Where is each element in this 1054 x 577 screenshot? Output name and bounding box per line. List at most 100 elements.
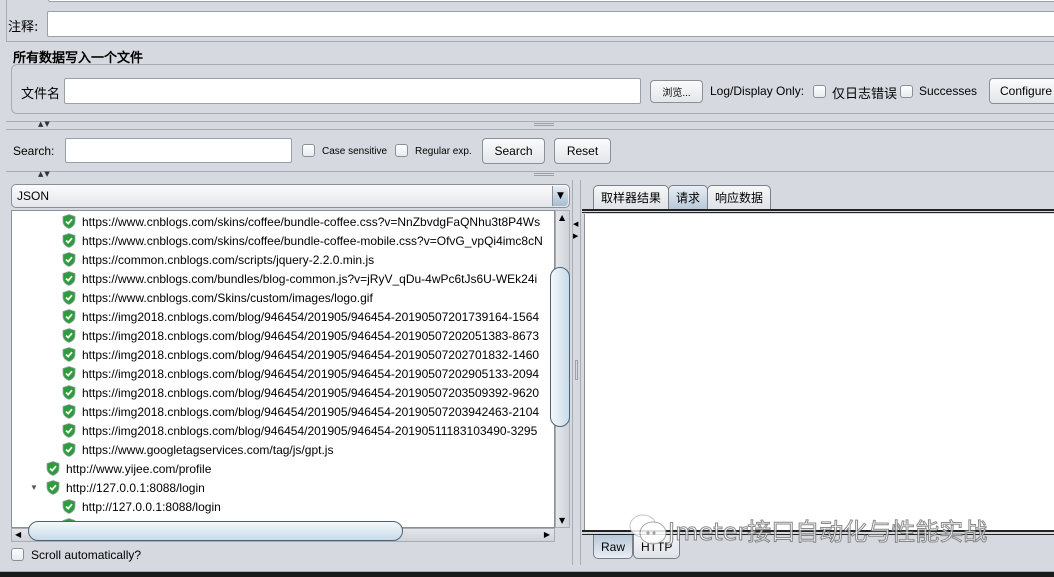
request-content[interactable]	[584, 214, 1054, 530]
tree-row-url: https://www.cnblogs.com/bundles/blog-com…	[82, 271, 538, 286]
successes-checkbox[interactable]	[900, 85, 913, 98]
browse-button[interactable]: 浏览...	[650, 80, 703, 103]
tree-row[interactable]: https://img2018.cnblogs.com/blog/946454/…	[62, 364, 539, 383]
tree-row-url: https://img2018.cnblogs.com/blog/946454/…	[82, 423, 538, 438]
collapse-left-icon[interactable]: ◀	[573, 220, 578, 228]
tree-row-url: https://img2018.cnblogs.com/blog/946454/…	[82, 347, 540, 362]
tree-row-url: http://127.0.0.1:8088/login	[66, 480, 205, 495]
comment-input[interactable]	[47, 11, 1054, 37]
tree-row-url: https://img2018.cnblogs.com/blog/946454/…	[82, 385, 540, 400]
successes-label: Successes	[919, 84, 978, 98]
success-shield-icon	[46, 461, 60, 476]
tab-underline	[582, 209, 1054, 213]
divider-grip-icon[interactable]	[575, 360, 578, 380]
tree-row[interactable]: https://img2018.cnblogs.com/blog/946454/…	[62, 307, 539, 326]
tree-row-url: https://www.cnblogs.com/skins/coffee/bun…	[82, 214, 541, 229]
reset-button[interactable]: Reset	[554, 138, 611, 164]
tree-row-url: https://common.cnblogs.com/scripts/jquer…	[82, 252, 375, 267]
case-sensitive-checkbox[interactable]	[302, 144, 315, 157]
results-tree[interactable]: https://www.cnblogs.com/skins/coffee/bun…	[11, 210, 555, 528]
tab-response-data[interactable]: 响应数据	[707, 185, 772, 209]
comment-label: 注释:	[8, 20, 39, 35]
scroll-right-icon[interactable]: ▶	[544, 530, 550, 539]
scroll-left-icon[interactable]: ◀	[15, 530, 21, 539]
filename-label: 文件名	[21, 87, 61, 102]
errors-only-label: 仅日志错误	[832, 87, 898, 102]
divider-arrows-icon[interactable]: ▲▼	[38, 170, 51, 178]
success-shield-icon	[62, 309, 76, 324]
success-shield-icon	[62, 423, 76, 438]
success-shield-icon	[62, 385, 76, 400]
success-shield-icon	[62, 499, 76, 514]
tree-row[interactable]: https://img2018.cnblogs.com/blog/946454/…	[62, 383, 539, 402]
scroll-auto-checkbox[interactable]	[11, 548, 24, 561]
search-label: Search:	[13, 144, 55, 158]
errors-only-checkbox[interactable]	[813, 85, 826, 98]
tree-row[interactable]: https://img2018.cnblogs.com/blog/946454/…	[62, 402, 539, 421]
divider-grip-icon[interactable]	[534, 173, 554, 176]
split-divider-1[interactable]	[6, 121, 1054, 130]
tree-row-url: https://www.cnblogs.com/Skins/custom/ima…	[82, 290, 373, 305]
tree-row-url: https://img2018.cnblogs.com/blog/946454/…	[82, 328, 540, 343]
tree-row-url: https://img2018.cnblogs.com/blog/946454/…	[82, 366, 540, 381]
success-shield-icon	[62, 214, 76, 229]
wechat-icon	[629, 514, 667, 544]
h-scroll-thumb[interactable]	[28, 521, 403, 541]
tree-row[interactable]: https://common.cnblogs.com/scripts/jquer…	[62, 250, 374, 269]
tree-horizontal-scrollbar[interactable]: ◀ ▶	[11, 521, 555, 542]
success-shield-icon	[62, 347, 76, 362]
log-display-label: Log/Display Only:	[710, 84, 805, 98]
tree-row-url: http://www.yijee.com/profile	[66, 461, 212, 476]
tree-row[interactable]: https://www.cnblogs.com/skins/coffee/bun…	[62, 212, 540, 231]
bottom-edge	[0, 571, 1054, 577]
tree-row[interactable]: ▼ http://127.0.0.1:8088/login	[30, 478, 205, 497]
name-field-remnant[interactable]	[48, 0, 1054, 2]
tree-row[interactable]: https://img2018.cnblogs.com/blog/946454/…	[62, 345, 539, 364]
tree-row[interactable]: https://www.cnblogs.com/bundles/blog-com…	[62, 269, 537, 288]
regex-checkbox[interactable]	[395, 144, 408, 157]
case-sensitive-label: Case sensitive	[322, 146, 388, 157]
regex-label: Regular exp.	[415, 146, 472, 157]
divider-grip-icon[interactable]	[534, 123, 554, 126]
success-shield-icon	[62, 404, 76, 419]
search-input[interactable]	[65, 138, 292, 163]
tree-row[interactable]: http://www.yijee.com/profile	[46, 459, 211, 478]
scroll-down-icon[interactable]: ▼	[559, 516, 565, 525]
split-divider-2[interactable]	[6, 171, 1054, 178]
tree-row-url: http://127.0.0.1:8088/login	[82, 499, 221, 514]
success-shield-icon	[62, 252, 76, 267]
expand-down-icon[interactable]: ▼	[30, 483, 38, 492]
tree-row[interactable]: https://img2018.cnblogs.com/blog/946454/…	[62, 326, 539, 345]
scroll-up-icon[interactable]: ▲	[559, 213, 565, 222]
success-shield-icon	[62, 271, 76, 286]
collapse-right-icon[interactable]: ▶	[573, 232, 578, 240]
success-shield-icon	[62, 233, 76, 248]
tab-sampler-result[interactable]: 取样器结果	[593, 185, 670, 209]
tree-row[interactable]: https://www.googletagservices.com/tag/js…	[62, 440, 333, 459]
renderer-select[interactable]: JSON	[11, 184, 570, 208]
tab-request[interactable]: 请求	[668, 185, 709, 209]
tree-row-url: https://www.cnblogs.com/skins/coffee/bun…	[82, 233, 543, 248]
configure-button[interactable]: Configure	[989, 78, 1054, 104]
tab-raw[interactable]: Raw	[593, 535, 634, 559]
search-button[interactable]: Search	[482, 138, 545, 164]
filename-input[interactable]	[64, 78, 641, 104]
divider-arrows-icon[interactable]: ▲▼	[38, 120, 51, 128]
scroll-thumb[interactable]	[550, 267, 570, 427]
tree-row[interactable]: https://www.cnblogs.com/Skins/custom/ima…	[62, 288, 373, 307]
tree-row[interactable]: https://img2018.cnblogs.com/blog/946454/…	[62, 421, 537, 440]
vertical-split-divider[interactable]: ◀ ▶	[572, 180, 581, 565]
success-shield-icon	[46, 480, 60, 495]
tree-row-url: https://img2018.cnblogs.com/blog/946454/…	[82, 404, 540, 419]
tree-row[interactable]: https://www.cnblogs.com/skins/coffee/bun…	[62, 231, 543, 250]
success-shield-icon	[62, 366, 76, 381]
renderer-selected: JSON	[17, 189, 50, 203]
scroll-auto-label: Scroll automatically?	[31, 548, 142, 562]
tree-row[interactable]: http://127.0.0.1:8088/login	[62, 497, 221, 516]
tree-row-url: https://www.googletagservices.com/tag/js…	[82, 442, 334, 457]
tree-vertical-scrollbar[interactable]: ▲ ▼	[550, 210, 570, 528]
dropdown-arrow-icon[interactable]: ▼	[552, 186, 568, 206]
success-shield-icon	[62, 290, 76, 305]
watermark: Jmeter接口自动化与性能实战	[628, 512, 988, 547]
tree-row-url: https://img2018.cnblogs.com/blog/946454/…	[82, 309, 540, 324]
